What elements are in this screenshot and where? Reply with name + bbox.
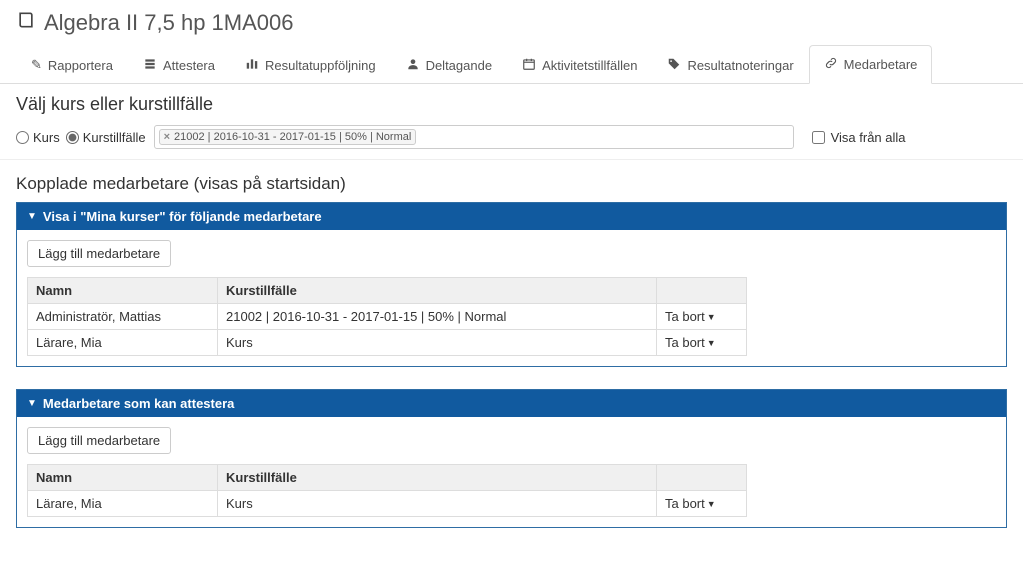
caret-down-icon: ▼ <box>27 211 37 222</box>
panel-attestera: ▼ Medarbetare som kan attestera Lägg til… <box>16 389 1007 528</box>
radio-kurstillfalle-label: Kurstillfälle <box>83 130 146 145</box>
cell-name: Administratör, Mattias <box>28 304 218 330</box>
panel-attestera-header[interactable]: ▼ Medarbetare som kan attestera <box>17 390 1006 417</box>
caret-down-icon: ▼ <box>707 499 716 509</box>
section-title: Kopplade medarbetare (visas på startsida… <box>0 160 1023 202</box>
caret-down-icon: ▼ <box>27 398 37 409</box>
book-icon <box>16 10 36 36</box>
tab-label: Resultatnoteringar <box>687 58 793 73</box>
tab-resultatnoteringar[interactable]: Resultatnoteringar <box>652 45 808 84</box>
panel-mina-kurser: ▼ Visa i "Mina kurser" för följande meda… <box>16 202 1007 367</box>
add-user-button[interactable]: Lägg till medarbetare <box>27 427 171 454</box>
show-all-check[interactable]: Visa från alla <box>812 130 906 145</box>
link-icon <box>824 56 838 73</box>
tab-resultatuppfoljning[interactable]: Resultatuppföljning <box>230 45 391 84</box>
radio-kurstillfalle[interactable]: Kurstillfälle <box>66 130 146 145</box>
show-all-label: Visa från alla <box>831 130 906 145</box>
tabs: ✎ Rapportera Attestera Resultatuppföljni… <box>0 44 1023 84</box>
page-root: Algebra II 7,5 hp 1MA006 ✎ Rapportera At… <box>0 0 1023 566</box>
panel-title: Visa i "Mina kurser" för följande medarb… <box>43 209 322 224</box>
chart-icon <box>245 57 259 74</box>
remove-button[interactable]: Ta bort ▼ <box>665 309 716 324</box>
panel-title: Medarbetare som kan attestera <box>43 396 234 411</box>
attestera-table: Namn Kurstillfälle Lärare, Mia Kurs Ta b… <box>27 464 747 517</box>
pencil-icon: ✎ <box>31 57 42 73</box>
col-name: Namn <box>28 278 218 304</box>
tag-icon <box>667 57 681 74</box>
panel-mina-kurser-header[interactable]: ▼ Visa i "Mina kurser" för följande meda… <box>17 203 1006 230</box>
tab-label: Aktivitetstillfällen <box>542 58 637 73</box>
tab-label: Deltagande <box>426 58 493 73</box>
tab-label: Attestera <box>163 58 215 73</box>
page-title: Algebra II 7,5 hp 1MA006 <box>44 10 294 36</box>
select-heading: Välj kurs eller kurstillfälle <box>0 84 1023 121</box>
content: ▼ Visa i "Mina kurser" för följande meda… <box>0 202 1023 566</box>
page-title-row: Algebra II 7,5 hp 1MA006 <box>0 0 1023 38</box>
remove-label: Ta bort <box>665 496 705 511</box>
col-action <box>657 465 747 491</box>
remove-label: Ta bort <box>665 335 705 350</box>
token-text: 21002 | 2016-10-31 - 2017-01-15 | 50% | … <box>174 131 411 143</box>
col-inst: Kurstillfälle <box>218 278 657 304</box>
tab-rapportera[interactable]: ✎ Rapportera <box>16 45 128 84</box>
mina-kurser-table: Namn Kurstillfälle Administratör, Mattia… <box>27 277 747 356</box>
table-header-row: Namn Kurstillfälle <box>28 465 747 491</box>
remove-token-icon[interactable]: × <box>162 131 172 143</box>
tab-label: Rapportera <box>48 58 113 73</box>
selected-token: × 21002 | 2016-10-31 - 2017-01-15 | 50% … <box>159 129 417 145</box>
tab-label: Medarbetare <box>844 57 918 72</box>
calendar-icon <box>522 57 536 74</box>
table-row: Administratör, Mattias 21002 | 2016-10-3… <box>28 304 747 330</box>
tab-aktivitetstillfallen[interactable]: Aktivitetstillfällen <box>507 45 652 84</box>
cell-inst: 21002 | 2016-10-31 - 2017-01-15 | 50% | … <box>218 304 657 330</box>
radio-kurs-label: Kurs <box>33 130 60 145</box>
remove-button[interactable]: Ta bort ▼ <box>665 335 716 350</box>
user-icon <box>406 57 420 74</box>
kurstillfalle-select[interactable]: × 21002 | 2016-10-31 - 2017-01-15 | 50% … <box>154 125 794 149</box>
radio-kurs-input[interactable] <box>16 131 29 144</box>
caret-down-icon: ▼ <box>707 312 716 322</box>
col-action <box>657 278 747 304</box>
panel-body: Lägg till medarbetare Namn Kurstillfälle… <box>17 417 1006 527</box>
add-user-button[interactable]: Lägg till medarbetare <box>27 240 171 267</box>
col-inst: Kurstillfälle <box>218 465 657 491</box>
radio-group: Kurs Kurstillfälle <box>16 130 146 145</box>
table-header-row: Namn Kurstillfälle <box>28 278 747 304</box>
tab-medarbetare[interactable]: Medarbetare <box>809 45 933 84</box>
radio-kurstillfalle-input[interactable] <box>66 131 79 144</box>
selector-row: Kurs Kurstillfälle × 21002 | 2016-10-31 … <box>0 121 1023 160</box>
caret-down-icon: ▼ <box>707 338 716 348</box>
remove-button[interactable]: Ta bort ▼ <box>665 496 716 511</box>
tab-deltagande[interactable]: Deltagande <box>391 45 508 84</box>
col-name: Namn <box>28 465 218 491</box>
tab-label: Resultatuppföljning <box>265 58 376 73</box>
show-all-checkbox[interactable] <box>812 131 825 144</box>
tab-attestera[interactable]: Attestera <box>128 45 230 84</box>
remove-label: Ta bort <box>665 309 705 324</box>
table-row: Lärare, Mia Kurs Ta bort ▼ <box>28 330 747 356</box>
panel-body: Lägg till medarbetare Namn Kurstillfälle… <box>17 230 1006 366</box>
checklist-icon <box>143 57 157 74</box>
cell-name: Lärare, Mia <box>28 330 218 356</box>
radio-kurs[interactable]: Kurs <box>16 130 60 145</box>
cell-inst: Kurs <box>218 330 657 356</box>
